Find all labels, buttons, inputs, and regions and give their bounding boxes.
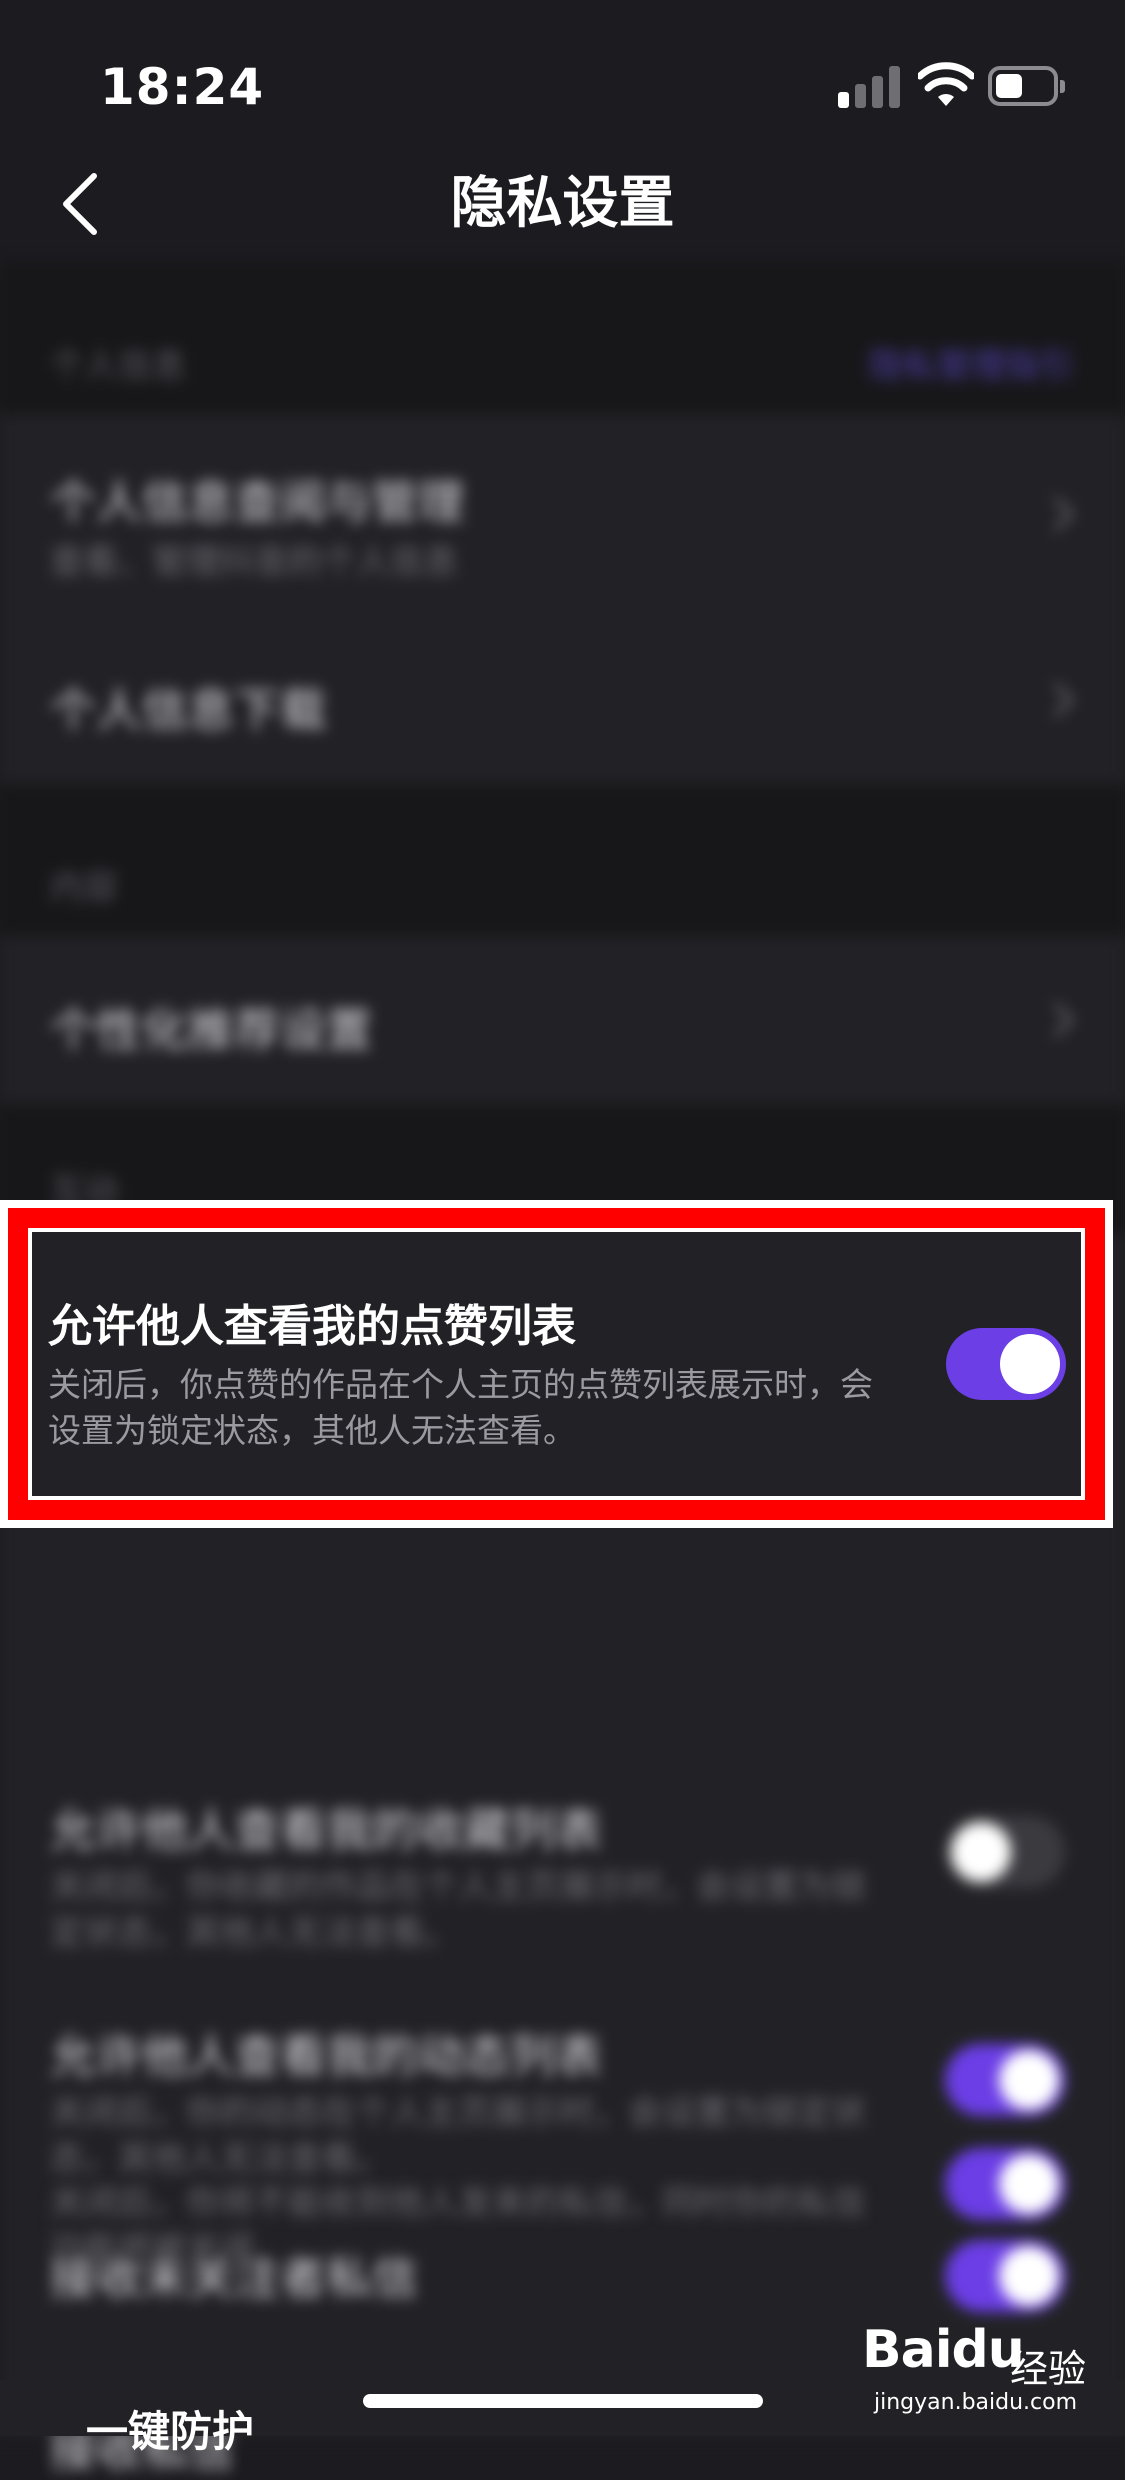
chevron-right-icon — [1053, 496, 1074, 532]
collection-list-toggle[interactable] — [945, 1816, 1065, 1888]
like-list-description: 关闭后，你点赞的作品在个人主页的点赞列表展示时，会设置为锁定状态，其他人无法查看… — [48, 1365, 873, 1450]
section-title: 内容 — [50, 868, 118, 908]
row-title: 个人信息下载 — [50, 683, 326, 737]
row-subtitle-dynamic: 关闭后，你的动态在个人主页展示时，会设置为锁定状态，其他人无法查看。 — [50, 2093, 866, 2179]
receive-msg-toggle[interactable] — [945, 2148, 1065, 2220]
signal-icon — [838, 64, 900, 108]
watermark-brand: Baidu — [862, 2320, 1025, 2380]
row-subtitle-collection: 关闭后，你收藏的作品在个人主页展示时，会设置为锁定状态，其他人无法查看。 — [50, 1867, 866, 1953]
nav-bar: 隐私设置 — [0, 140, 1125, 262]
chevron-right-icon — [1053, 682, 1074, 718]
like-list-toggle[interactable] — [946, 1328, 1066, 1400]
row-subtitle: 查看、管理抖音的个人信息 — [50, 542, 458, 582]
row-personal-info-download[interactable]: 个人信息下载 — [0, 614, 1125, 784]
section-header-content: 内容 — [0, 784, 1125, 936]
wifi-icon — [918, 62, 974, 106]
row-title: 个性化推荐设置 — [50, 1003, 372, 1057]
section-title: 个人信息 — [50, 346, 186, 386]
home-indicator[interactable] — [363, 2394, 763, 2408]
section-header-personal-info: 个人信息 隐私管理指引 — [0, 262, 1125, 414]
watermark-url: jingyan.baidu.com — [874, 2390, 1078, 2415]
privacy-guide-link[interactable]: 隐私管理指引 — [869, 338, 1073, 387]
status-bar: 18:24 — [0, 0, 1125, 140]
row-title-dynamic: 允许他人查看我的动态列表 — [50, 2029, 602, 2083]
like-list-title: 允许他人查看我的点赞列表 — [48, 1301, 576, 1352]
battery-icon — [988, 66, 1065, 106]
page-title: 隐私设置 — [450, 171, 675, 236]
row-personalized-recommend[interactable]: 个性化推荐设置 — [0, 936, 1125, 1104]
row-title-collection: 允许他人查看我的收藏列表 — [50, 1803, 602, 1857]
row-title: 个人信息查阅与管理 — [50, 475, 464, 529]
watermark-cn: 经验 — [1010, 2347, 1087, 2391]
row-personal-info-manage[interactable]: 个人信息查阅与管理 查看、管理抖音的个人信息 — [0, 414, 1125, 614]
status-time: 18:24 — [100, 58, 265, 116]
chevron-right-icon — [1053, 1002, 1074, 1038]
row-subtitle-receive-msg: 关闭后，你将不能收到他人发来的私信，同时你的私信功能将被关闭 — [50, 2183, 866, 2269]
bottom-peek-text: 一键防护 — [86, 2407, 255, 2456]
baidu-watermark: Baidu 经验 jingyan.baidu.com — [862, 2310, 1092, 2420]
dynamic-list-toggle[interactable] — [945, 2044, 1065, 2116]
